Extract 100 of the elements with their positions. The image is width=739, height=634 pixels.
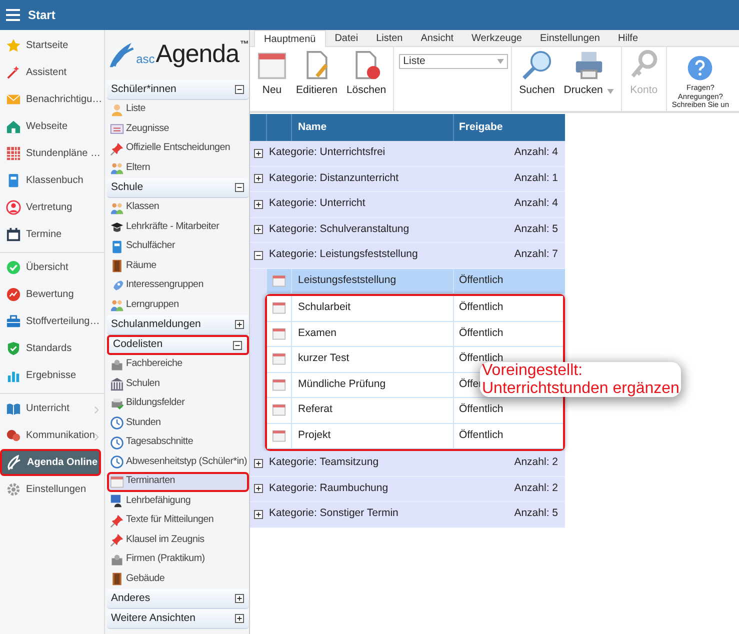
logo-text: Agenda <box>156 39 239 70</box>
category-row[interactable]: Kategorie: Unterrichtsfrei Anzahl: 4 <box>250 141 565 166</box>
sidebar-item[interactable]: Assistent <box>0 59 104 86</box>
collapse-icon[interactable] <box>233 340 242 350</box>
section-header[interactable]: Schulanmeldungen <box>107 315 249 335</box>
sidebar-item[interactable]: Ergebnisse <box>0 362 104 389</box>
sidebar-item[interactable]: Startseite <box>0 32 104 59</box>
category-row[interactable]: Kategorie: Distanzunterricht Anzahl: 1 <box>250 166 565 192</box>
category-row[interactable]: Kategorie: Sonstiger Termin Anzahl: 5 <box>250 502 565 528</box>
expand-icon[interactable] <box>254 484 263 494</box>
module-item[interactable]: Tagesabschnitte <box>107 433 249 452</box>
category-row[interactable]: Kategorie: Leistungsfeststellung Anzahl: 7 <box>250 243 565 268</box>
module-item[interactable]: Eltern <box>107 158 249 178</box>
sidebar-item[interactable]: Bewertung <box>0 281 104 308</box>
sidebar-item[interactable]: Einstellungen <box>0 476 104 503</box>
module-item[interactable]: Schulen <box>107 374 249 394</box>
module-item[interactable]: Abwesenheitstyp (Schüler*in) <box>107 452 249 472</box>
sidebar-item[interactable]: Übersicht <box>0 254 104 281</box>
category-count: Anzahl: 4 <box>514 196 558 212</box>
sidebar-item[interactable]: Stundenpläne … <box>0 140 104 167</box>
sidebar-item[interactable]: Kommunikation <box>0 422 104 449</box>
sidebar-item[interactable]: Benachrichtigu… <box>0 86 104 113</box>
module-item[interactable]: Terminarten <box>107 472 249 492</box>
module-item[interactable]: Lehrbefähigung <box>107 492 249 511</box>
ribbon-button[interactable]: Löschen <box>342 51 390 101</box>
expand-icon[interactable] <box>254 148 263 158</box>
table-row[interactable]: Schularbeit Öffentlich <box>267 296 563 322</box>
sidebar-item[interactable]: Termine <box>0 221 104 248</box>
category-row[interactable]: Kategorie: Unterricht Anzahl: 4 <box>250 192 565 218</box>
sidebar-item[interactable]: Stoffverteilung… <box>0 308 104 335</box>
module-item[interactable]: Texte für Mitteilungen <box>107 511 249 530</box>
collapse-icon[interactable] <box>235 85 244 94</box>
module-item[interactable]: Liste <box>107 100 249 120</box>
logo-prefix: asc <box>136 51 155 68</box>
module-item[interactable]: Lerngruppen <box>107 296 249 315</box>
sidebar-item[interactable]: Agenda Online <box>0 449 101 476</box>
expand-icon[interactable] <box>254 510 263 519</box>
ribbon-tab[interactable]: Hauptmenü <box>254 30 326 47</box>
view-select[interactable]: Liste <box>399 54 508 69</box>
expand-icon[interactable] <box>235 320 244 329</box>
module-item[interactable]: Zeugnisse <box>107 120 249 139</box>
module-item[interactable]: Klassen <box>107 198 249 218</box>
people-icon <box>110 298 124 312</box>
module-item[interactable]: Gebäude <box>107 570 249 589</box>
house-icon <box>6 119 21 134</box>
section-title: Schule <box>111 180 144 195</box>
module-item[interactable]: Fachbereiche <box>107 355 249 374</box>
ribbon-button[interactable]: Editieren <box>292 51 342 101</box>
section-header[interactable]: Schüler*innen <box>107 80 249 100</box>
section-header[interactable]: Schule <box>107 178 249 198</box>
calendar-icon <box>272 428 286 443</box>
category-row[interactable]: Kategorie: Schulveranstaltung Anzahl: 5 <box>250 218 565 243</box>
section-header[interactable]: Codelisten <box>107 335 249 355</box>
ribbon-button[interactable]: Neu <box>253 51 291 101</box>
ribbon-button[interactable]: Drucken <box>560 51 618 101</box>
sidebar-item[interactable]: Unterricht <box>0 395 104 422</box>
expand-icon[interactable] <box>235 614 244 623</box>
expand-icon[interactable] <box>254 458 263 468</box>
expand-icon[interactable] <box>235 594 244 603</box>
ribbon-button[interactable]: Suchen <box>515 51 559 101</box>
module-item[interactable]: Firmen (Praktikum) <box>107 550 249 570</box>
category-count: Anzahl: 1 <box>514 170 558 186</box>
ribbon-tab[interactable]: Datei <box>326 30 368 47</box>
sidebar-item[interactable]: Vertretung <box>0 194 104 221</box>
category-row[interactable]: Kategorie: Teamsitzung Anzahl: 2 <box>250 451 565 476</box>
ribbon-tab[interactable]: Werkzeuge <box>462 30 531 47</box>
module-item[interactable]: Schulfächer <box>107 237 249 256</box>
category-label: Kategorie: Schulveranstaltung <box>269 222 410 237</box>
pin-icon <box>110 142 124 156</box>
module-item[interactable]: Interessengruppen <box>107 276 249 296</box>
module-item[interactable]: Bildungsfelder <box>107 394 249 414</box>
expand-icon[interactable] <box>254 174 263 184</box>
module-item[interactable]: Stunden <box>107 414 249 433</box>
person-icon <box>110 102 124 117</box>
table-row[interactable]: Examen Öffentlich <box>267 322 563 347</box>
ribbon-tab[interactable]: Listen <box>367 30 412 47</box>
sidebar-item[interactable]: Standards <box>0 335 104 362</box>
collapse-icon[interactable] <box>235 183 244 192</box>
table-row[interactable]: Projekt Öffentlich <box>267 424 563 449</box>
ribbon-tab[interactable]: Ansicht <box>412 30 463 47</box>
sidebar-item[interactable]: Klassenbuch <box>0 167 104 194</box>
ribbon-tab[interactable]: Hilfe <box>609 30 648 47</box>
expand-icon[interactable] <box>254 200 263 209</box>
table-row[interactable]: Referat Öffentlich <box>267 398 563 424</box>
ribbon-tab[interactable]: Einstellungen <box>530 30 609 47</box>
module-item[interactable]: Offizielle Entscheidungen <box>107 139 249 158</box>
module-item[interactable]: Räume <box>107 256 249 276</box>
freigabe-cell-text: Öffentlich <box>459 402 504 418</box>
collapse-icon[interactable] <box>254 250 263 260</box>
section-header[interactable]: Weitere Ansichten <box>107 609 249 629</box>
section-header[interactable]: Anderes <box>107 589 249 609</box>
sidebar-item[interactable]: Webseite <box>0 113 104 140</box>
menu-icon[interactable] <box>6 9 20 21</box>
module-item[interactable]: Klausel im Zeugnis <box>107 530 249 550</box>
pin-icon <box>110 514 124 528</box>
expand-icon[interactable] <box>254 225 263 234</box>
category-row[interactable]: Kategorie: Raumbuchung Anzahl: 2 <box>250 476 565 502</box>
table-row[interactable]: Leistungsfeststellung Öffentlich <box>267 268 565 294</box>
module-item[interactable]: Lehrkräfte - Mitarbeiter <box>107 218 249 237</box>
freigabe-cell-text: Öffentlich <box>459 272 504 288</box>
